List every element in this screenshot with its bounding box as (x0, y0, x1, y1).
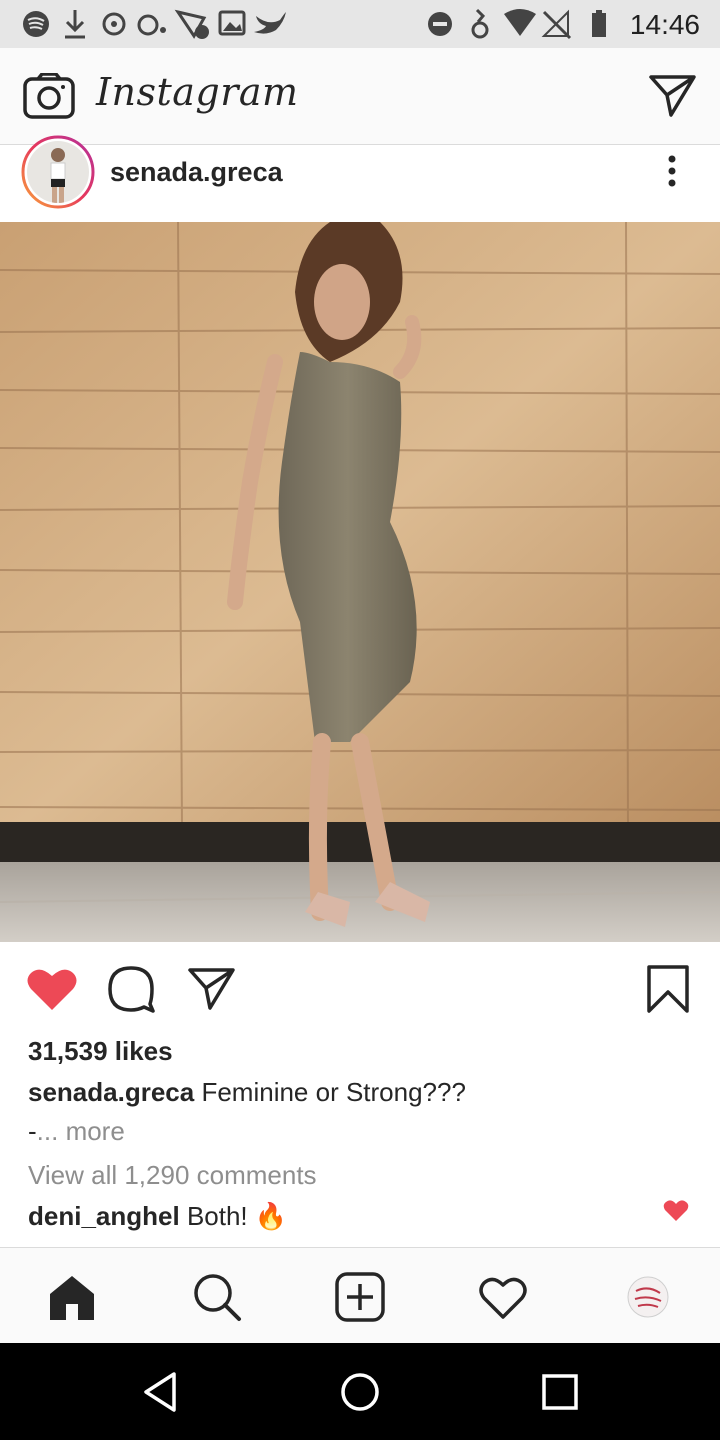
post-actions (0, 942, 720, 1037)
save-icon[interactable] (646, 964, 690, 1014)
home-circle-icon[interactable] (338, 1370, 382, 1414)
status-left-icons (23, 9, 286, 39)
wifi-icon (504, 9, 536, 36)
search-icon[interactable] (192, 1272, 242, 1322)
new-post-icon[interactable] (335, 1272, 385, 1322)
camera-icon[interactable] (23, 73, 75, 119)
post-photo[interactable] (0, 222, 720, 942)
author-username[interactable]: senada.greca (110, 157, 283, 188)
like-icon[interactable] (26, 966, 78, 1012)
caption-continuation-text: - (28, 1116, 37, 1146)
status-right-icons (428, 8, 606, 40)
comment-icon[interactable] (106, 964, 156, 1014)
battery-icon (592, 10, 606, 37)
system-nav (0, 1343, 720, 1440)
comment-username[interactable]: deni_anghel (28, 1201, 180, 1231)
sync-icon (102, 12, 126, 36)
vibrate-icon (471, 8, 489, 39)
app-header: Instagram (0, 48, 720, 145)
comment-like-icon[interactable] (663, 1199, 689, 1223)
app-logo: Instagram (96, 70, 299, 114)
dnd-icon (428, 12, 452, 36)
home-icon[interactable] (48, 1274, 96, 1320)
caption-continuation: -... more (28, 1116, 125, 1147)
post-header: senada.greca (0, 135, 720, 222)
bottom-nav (0, 1247, 720, 1344)
caption-username[interactable]: senada.greca (28, 1077, 194, 1107)
author-avatar[interactable] (21, 135, 95, 209)
profile-icon[interactable] (626, 1275, 670, 1319)
view-all-comments[interactable]: View all 1,290 comments (28, 1160, 317, 1191)
back-icon[interactable] (140, 1370, 180, 1414)
no-sim-icon (541, 9, 572, 40)
activity-icon[interactable] (478, 1274, 528, 1320)
gallery-icon (218, 10, 246, 36)
status-bar: 14:46 (0, 0, 720, 48)
comment-row: deni_anghel Both! 🔥 (28, 1201, 287, 1232)
clock: 14:46 (629, 9, 700, 40)
more-options-icon[interactable] (662, 153, 682, 193)
comment-text: Both! (186, 1201, 248, 1231)
more-link[interactable]: ... more (37, 1116, 125, 1146)
direct-message-icon[interactable] (648, 73, 698, 119)
caption: senada.greca Feminine or Strong??? (28, 1077, 466, 1108)
voicemail-icon (137, 14, 166, 36)
spotify-icon (23, 11, 49, 37)
download-icon (65, 10, 85, 39)
comment-emoji: 🔥 (254, 1202, 288, 1232)
caption-text: Feminine or Strong??? (201, 1077, 466, 1107)
twitter-icon (254, 12, 286, 34)
likes-count[interactable]: 31,539 likes (28, 1036, 173, 1067)
network-icon (174, 9, 209, 39)
share-icon[interactable] (187, 966, 237, 1012)
recents-icon[interactable] (540, 1372, 580, 1412)
